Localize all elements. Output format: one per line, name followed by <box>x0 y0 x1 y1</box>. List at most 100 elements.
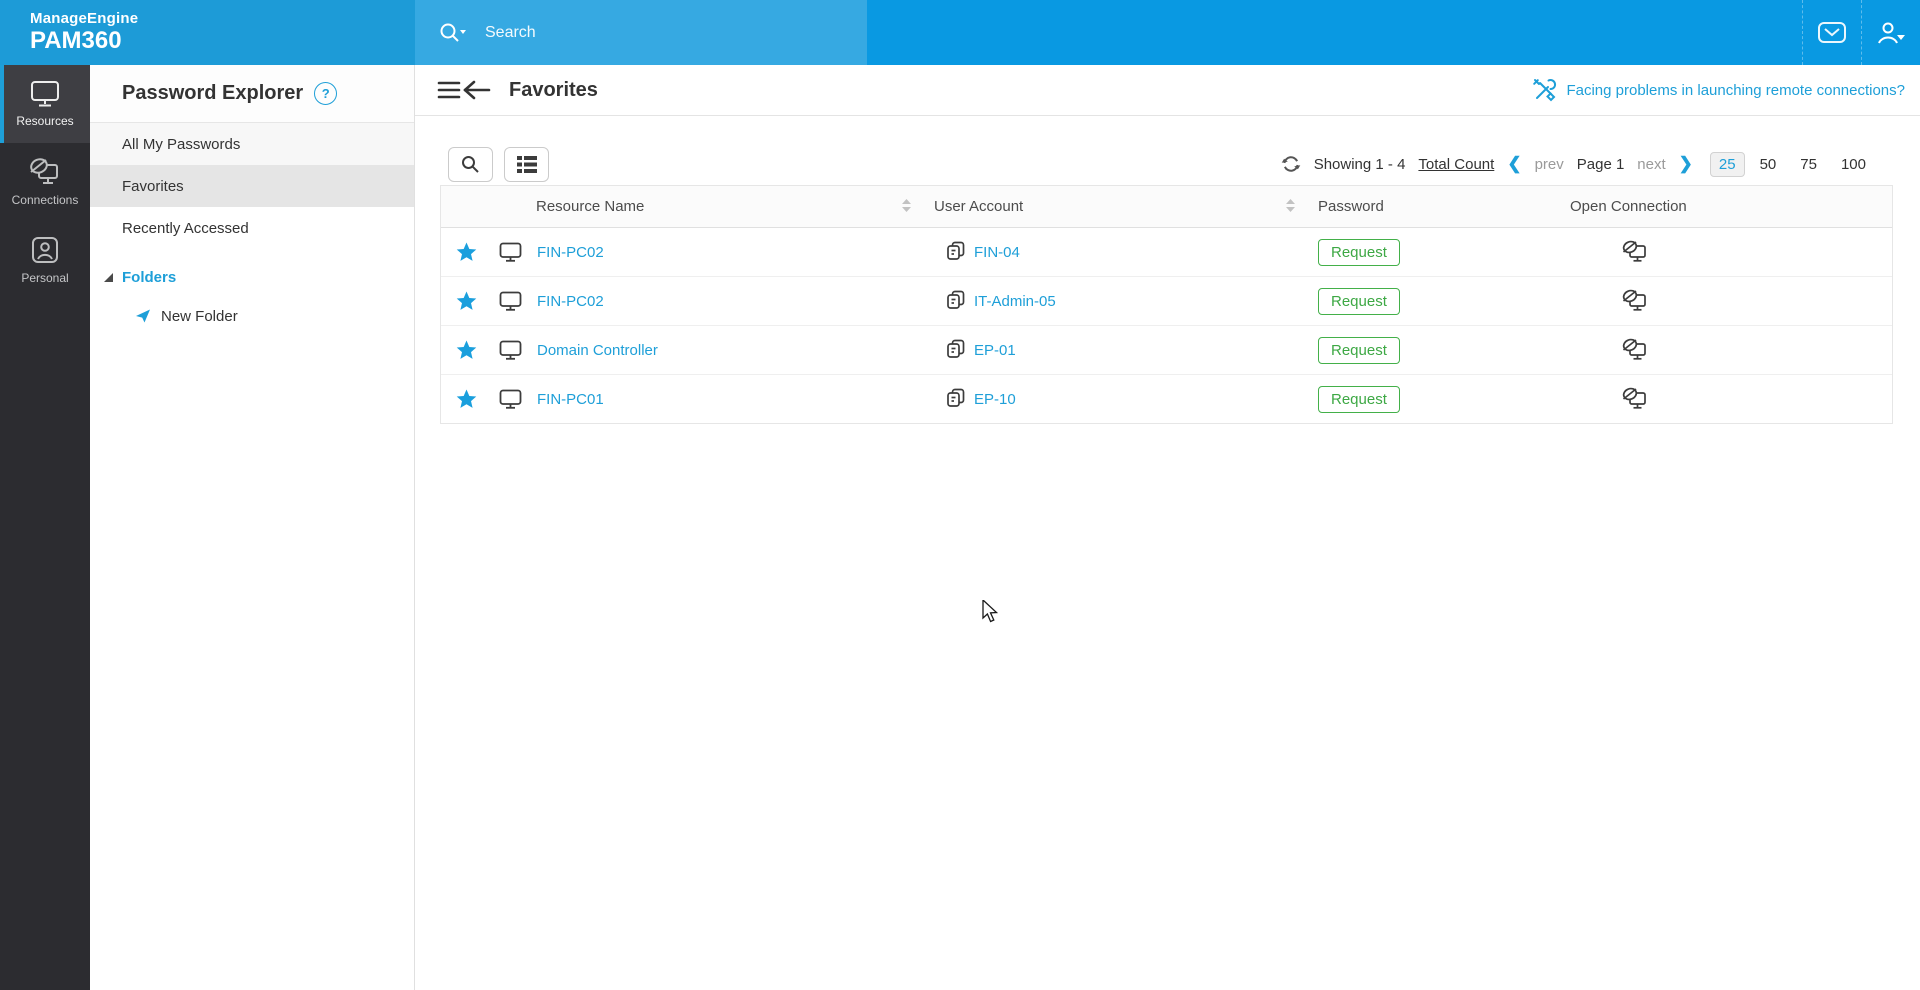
open-connection-cell <box>1570 289 1892 313</box>
prev-page-button[interactable]: prev <box>1535 156 1564 173</box>
monitor-icon <box>499 291 522 311</box>
monitor-icon <box>499 389 522 409</box>
star-icon <box>456 389 477 409</box>
nav-item-resources[interactable]: Resources <box>0 65 90 143</box>
open-connection-icon[interactable] <box>1622 240 1648 264</box>
brand-logo-line1: ManageEngine <box>30 10 139 28</box>
column-header-password[interactable]: Password <box>1298 198 1570 215</box>
refresh-icon[interactable] <box>1281 154 1301 174</box>
prev-chevron-icon[interactable]: ❮ <box>1507 154 1521 174</box>
left-nav-rail: Resources Connections Personal <box>0 65 90 990</box>
resource-cell: FIN-PC01 <box>491 389 914 409</box>
list-toolbar: Showing 1 - 4 Total Count ❮ prev Page 1 … <box>415 141 1920 187</box>
favorite-star-toggle[interactable] <box>441 291 491 311</box>
explorer-item-all-my-passwords[interactable]: All My Passwords <box>90 123 414 165</box>
user-menu-button[interactable] <box>1861 0 1920 65</box>
explorer-folders-node[interactable]: Folders <box>90 257 414 297</box>
request-password-button[interactable]: Request <box>1318 287 1400 315</box>
resource-link[interactable]: FIN-PC02 <box>537 293 604 310</box>
account-card-icon <box>944 290 967 312</box>
tree-expand-icon[interactable] <box>104 272 113 282</box>
resource-link[interactable]: FIN-PC01 <box>537 391 604 408</box>
user-icon <box>1875 21 1907 45</box>
global-search-bar[interactable] <box>415 0 867 65</box>
new-folder-label: New Folder <box>161 307 238 325</box>
column-header-user-account[interactable]: User Account <box>914 198 1298 215</box>
tools-icon <box>1531 77 1557 103</box>
page-size-50[interactable]: 50 <box>1751 152 1786 177</box>
table-row: FIN-PC02 IT-Admin-05 Request <box>441 277 1892 326</box>
password-cell: Request <box>1298 385 1570 413</box>
account-cell: EP-10 <box>914 388 1298 410</box>
column-header-open-connection[interactable]: Open Connection <box>1570 198 1892 215</box>
showing-count: Showing 1 - 4 <box>1313 155 1406 173</box>
page-size-100[interactable]: 100 <box>1832 152 1875 177</box>
open-connection-icon[interactable] <box>1622 387 1648 411</box>
star-icon <box>456 340 477 360</box>
favorite-star-toggle[interactable] <box>441 340 491 360</box>
remote-connections-help-link[interactable]: Facing problems in launching remote conn… <box>1531 77 1905 103</box>
monitor-icon <box>499 242 522 262</box>
table-row: Domain Controller EP-01 Request <box>441 326 1892 375</box>
account-link[interactable]: EP-01 <box>974 342 1016 359</box>
explorer-item-favorites[interactable]: Favorites <box>90 165 414 207</box>
open-connection-icon[interactable] <box>1622 289 1648 313</box>
person-badge-icon <box>31 236 59 264</box>
explorer-item-new-folder[interactable]: New Folder <box>90 297 414 335</box>
search-input[interactable] <box>483 22 787 43</box>
account-link[interactable]: FIN-04 <box>974 244 1020 261</box>
nav-item-connections[interactable]: Connections <box>0 143 90 221</box>
next-chevron-icon[interactable]: ❯ <box>1679 154 1693 174</box>
password-cell: Request <box>1298 238 1570 266</box>
folder-tag-icon <box>135 308 152 324</box>
page-title: Favorites <box>509 78 598 101</box>
request-password-button[interactable]: Request <box>1318 238 1400 266</box>
sort-icon[interactable] <box>1286 199 1295 213</box>
search-icon[interactable] <box>439 22 467 44</box>
account-link[interactable]: IT-Admin-05 <box>974 293 1056 310</box>
request-password-button[interactable]: Request <box>1318 385 1400 413</box>
help-icon[interactable]: ? <box>314 82 338 105</box>
sort-icon[interactable] <box>902 199 911 213</box>
nav-item-label: Resources <box>16 114 74 128</box>
account-card-icon <box>944 339 967 361</box>
nav-item-personal[interactable]: Personal <box>0 221 90 299</box>
table-row: FIN-PC02 FIN-04 Request <box>441 228 1892 277</box>
current-page-label: Page 1 <box>1576 155 1625 173</box>
header-actions <box>867 0 1920 65</box>
resource-link[interactable]: Domain Controller <box>537 342 658 359</box>
star-icon <box>456 291 477 311</box>
open-connection-cell <box>1570 240 1892 264</box>
table-search-button[interactable] <box>448 146 493 182</box>
column-header-resource-name[interactable]: Resource Name <box>491 198 914 215</box>
account-link[interactable]: EP-10 <box>974 391 1016 408</box>
brand-logo[interactable]: ManageEngine PAM360 <box>0 0 415 65</box>
resource-link[interactable]: FIN-PC02 <box>537 244 604 261</box>
main-content: Favorites Facing problems in launching r… <box>415 65 1920 990</box>
favorites-table: Resource Name User Account Password Open… <box>440 185 1893 424</box>
page-size-25[interactable]: 25 <box>1709 151 1745 177</box>
mail-icon <box>1817 21 1847 44</box>
password-cell: Request <box>1298 336 1570 364</box>
explorer-item-recently-accessed[interactable]: Recently Accessed <box>90 207 414 249</box>
table-row: FIN-PC01 EP-10 Request <box>441 375 1892 423</box>
account-cell: IT-Admin-05 <box>914 290 1298 312</box>
open-connection-icon[interactable] <box>1622 338 1648 362</box>
nav-item-label: Personal <box>21 270 69 285</box>
nav-item-label: Connections <box>11 193 79 207</box>
top-bar: ManageEngine PAM360 <box>0 0 1920 65</box>
list-view-toggle-button[interactable] <box>504 146 549 182</box>
collapse-panel-icon[interactable] <box>437 78 493 102</box>
explorer-title: Password Explorer <box>122 82 304 104</box>
open-connection-cell <box>1570 387 1892 411</box>
page-size-75[interactable]: 75 <box>1791 152 1826 177</box>
favorite-star-toggle[interactable] <box>441 389 491 409</box>
mail-button[interactable] <box>1802 0 1861 65</box>
next-page-button[interactable]: next <box>1637 156 1665 173</box>
explorer-title-row: Password Explorer ? <box>90 65 414 123</box>
total-count-link[interactable]: Total Count <box>1418 156 1494 173</box>
page-size-selector: 25 50 75 100 <box>1709 151 1875 177</box>
favorite-star-toggle[interactable] <box>441 242 491 262</box>
request-password-button[interactable]: Request <box>1318 336 1400 364</box>
remote-connection-icon <box>29 157 61 186</box>
